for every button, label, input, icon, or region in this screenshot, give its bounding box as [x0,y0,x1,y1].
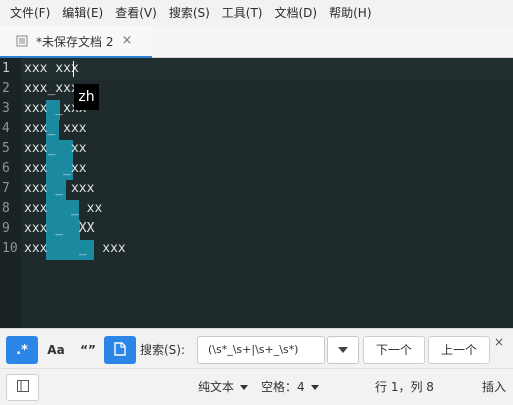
whole-word-toggle-button[interactable]: “” [72,336,104,364]
menubar: 文件(F) 编辑(E) 查看(V) 搜索(S) 工具(T) 文档(D) 帮助(H… [0,0,513,26]
chevron-down-icon [338,347,348,353]
search-input[interactable]: (\s*_\s+|\s+_\s*) [197,336,325,364]
menu-documents[interactable]: 文档(D) [269,0,324,26]
sidebar-toggle-button[interactable] [6,374,39,401]
syntax-selector[interactable]: 纯文本 [198,369,249,405]
line-number: 10 [2,241,18,256]
line-number: 2 [2,81,10,96]
search-label: 搜索(S): [140,343,186,357]
cursor-position: 行 1，列 8 [375,380,434,394]
menu-file[interactable]: 文件(F) [4,0,56,26]
code-line: xxx _xx [24,161,87,176]
code-line: xxx _ XX [24,221,95,236]
chevron-down-icon [310,385,319,390]
line-number: 5 [2,141,10,156]
chevron-down-icon [240,385,249,390]
sidebar-icon [16,380,29,395]
line-number: 8 [2,201,10,216]
line-number: 6 [2,161,10,176]
code-line: xxx_xxx [24,81,79,96]
input-method-indicator: zh [74,84,99,110]
indent-label: 空格：4 [261,380,305,394]
wrap-around-toggle-button[interactable] [104,336,136,364]
match-case-icon: Aa [47,343,65,357]
line-number: 4 [2,121,10,136]
menu-view[interactable]: 查看(V) [109,0,163,26]
status-bar: 纯文本 空格：4 行 1，列 8 插入 [0,368,513,405]
tabbar: *未保存文档 2 × [0,26,513,58]
menu-help[interactable]: 帮助(H) [323,0,377,26]
code-line: xxx_ xxx [24,121,87,136]
current-line-highlight [21,58,513,80]
close-icon[interactable]: × [494,335,504,349]
line-number: 3 [2,101,10,116]
line-number: 7 [2,181,10,196]
menu-tools[interactable]: 工具(T) [216,0,269,26]
text-editor[interactable]: 1 2 3 4 5 6 7 8 9 10 xxx xxx xxx_xxx xxx… [0,58,513,328]
text-cursor [73,61,74,77]
line-number: 1 [2,61,10,76]
code-line: xxx _ xxx [24,241,126,256]
syntax-label: 纯文本 [198,380,235,394]
code-line: xxx _ xx [24,201,103,216]
match-case-toggle-button[interactable]: Aa [40,336,72,364]
find-previous-button[interactable]: 上一个 [428,336,490,364]
menu-edit[interactable]: 编辑(E) [56,0,109,26]
wrap-around-icon [113,341,127,360]
insert-mode[interactable]: 插入 [482,369,506,405]
tab-close-icon[interactable]: × [121,34,132,47]
regex-icon: .* [16,342,28,358]
document-icon [16,35,28,47]
line-number: 9 [2,221,10,236]
code-line: xxx_ xx [24,141,87,156]
find-next-button[interactable]: 下一个 [363,336,425,364]
tab-document[interactable]: *未保存文档 2 × [0,26,152,58]
search-history-dropdown[interactable] [327,336,359,364]
find-bar: .* Aa “” 搜索(S): (\s*_\s+|\s+_\s*) 下一个 上一… [0,328,513,368]
indent-selector[interactable]: 空格：4 [261,369,319,405]
whole-word-icon: “” [80,343,96,357]
menu-search[interactable]: 搜索(S) [163,0,216,26]
code-line: xxx xxx [24,61,79,76]
tab-label: *未保存文档 2 [36,34,114,49]
regex-toggle-button[interactable]: .* [6,336,38,364]
code-line: xxx _ xxx [24,181,95,196]
